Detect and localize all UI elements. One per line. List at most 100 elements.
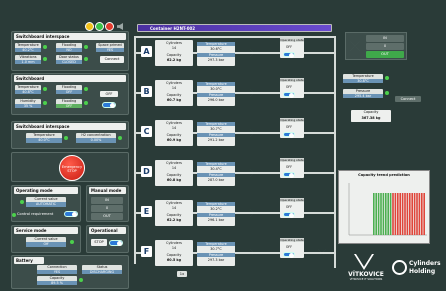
temperature-value: 30.7°C [210,247,222,251]
hmi-screen: Container H2NT-002 Switchboard interspac… [0,0,446,291]
flooding2-status: Flooding OFF [56,99,82,108]
pressure-value: 287.0 bar [207,178,225,182]
manual-in-button[interactable]: IN [91,197,123,204]
cylinders-label: Cylinders [166,121,182,125]
battery-panel: Battery Connection YES Status DISCHARGING … [11,255,129,289]
temperature-status: Temperature 40.8°C [15,85,41,94]
pressure-label: Pressure [197,173,235,177]
trend-bar [389,193,392,235]
temperature-led [43,87,47,91]
operating-state-off-button[interactable]: OFF [284,45,294,50]
speaker-icon[interactable] [117,23,123,30]
temperature-label: Temperature [197,162,235,166]
outlet-out-button[interactable]: OUT [366,51,404,58]
output-temperature: Temperature 30.8°C [343,74,383,83]
emergency-stop-button[interactable]: Emergency STOP [59,155,85,181]
output-pressure: Pressure 295.4 bar [343,89,383,98]
pressure-label: Pressure [197,53,235,57]
flooding-status: Flooding OFF [56,85,82,94]
operational-toggle[interactable] [109,240,123,246]
vitkovice-mark-icon [354,254,374,270]
status-light-green [95,22,104,31]
door-status: Door status CLOSED [56,55,82,64]
cylinders-label: Cylinders [166,201,182,205]
operating-state-toggle[interactable] [283,132,295,138]
operating-state-label: Operating state [280,158,304,162]
status-light-red [105,22,114,31]
pressure-label: Pressure [197,93,235,97]
operating-state-label: Operating state [280,238,304,242]
collector-pipe [334,36,336,268]
zoom-badge[interactable]: 1x [177,271,187,277]
cylinders-holding-line2: Holding [409,268,436,275]
cylinders-holding-line1: Cylinders [409,260,441,267]
pressure-value: 296.1 bar [207,218,225,222]
trend-bar [373,193,375,235]
operating-state-toggle[interactable] [283,52,295,58]
pressure-label: Pressure [197,213,235,217]
operating-state-toggle[interactable] [283,212,295,218]
operating-state-off-button[interactable]: OFF [284,125,294,130]
manual-out-button[interactable]: OUT [91,213,123,220]
flooding-led [84,45,88,49]
panel-title: Manual mode [89,187,126,194]
capacity-label: Capacity [166,93,182,97]
output-temp-led [385,76,389,80]
control-requirement-toggle[interactable] [64,211,78,217]
operating-state-toggle[interactable] [283,92,295,98]
connect-button[interactable]: Connect [100,56,124,63]
flooding2-led [84,101,88,105]
operating-state-off-button[interactable]: OFF [284,245,294,250]
h2-led [118,136,122,140]
outlet-zero-button[interactable]: 0 [366,43,404,50]
pressure-label: Pressure [197,253,235,257]
capacity-label: Capacity [166,253,182,257]
control-requirement-label: Control requirement [17,212,54,216]
flooding-status: Flooding NO [56,43,82,52]
capacity-value: 60.7 kg [166,98,182,102]
outlet-in-button[interactable]: IN [366,35,404,42]
output-sensors: Temperature 30.8°C Pressure 295.4 bar Conn… [343,74,433,134]
outlet-control: IN 0 OUT [345,32,407,60]
operational-panel: Operational STOP [86,225,129,253]
trend-bar [421,193,423,235]
operating-state-toggle[interactable] [283,172,295,178]
panel-title: Switchboard interspace [14,123,126,130]
cylinders-value: 14 [171,246,177,250]
battery-led [79,278,83,282]
vitkovice-text: VÍTKOVICE [348,271,384,278]
operating-state-label: Operating state [280,78,304,82]
panel-title: Switchboard [14,75,126,82]
temperature-label: Temperature [197,42,235,46]
off-button[interactable]: OFF [100,91,118,97]
chart-svg [348,183,427,236]
row-letter: C [141,126,152,137]
temperature-value: 30.7°C [210,127,222,131]
panel-title: Service mode [14,227,78,234]
temperature-label: Temperature [197,122,235,126]
trend-bar [413,193,416,235]
stop-button[interactable]: STOP [91,239,107,246]
temperature-led [64,136,68,140]
operating-state-off-button[interactable]: OFF [284,85,294,90]
main-pipe-top [134,36,334,38]
operating-state-off-button[interactable]: OFF [284,165,294,170]
temperature-value: 30.4°C [210,167,222,171]
cylinders-label: Cylinders [166,161,182,165]
operating-state-toggle[interactable] [283,252,295,258]
capacity-value: 60.9 kg [166,138,182,142]
manual-zero-button[interactable]: 0 [91,205,123,212]
control-requirement-led [12,213,16,217]
cylinders-label: Cylinders [166,81,182,85]
temperature-label: Temperature [197,242,235,246]
operating-state-off-button[interactable]: OFF [284,205,294,210]
panel-title: Battery [14,257,44,264]
vibrations-status: Vibrations 1.0 mm [15,55,41,64]
switchboard-toggle[interactable] [102,102,116,108]
trend-bar [385,193,387,235]
output-connect-button[interactable]: Connect [395,96,421,102]
service-mode-panel: Service mode Current value Off [11,225,81,253]
temperature-status: Temperature 40.2°C [15,43,41,52]
trend-bars [373,193,425,235]
capacity-label: Capacity [166,133,182,137]
